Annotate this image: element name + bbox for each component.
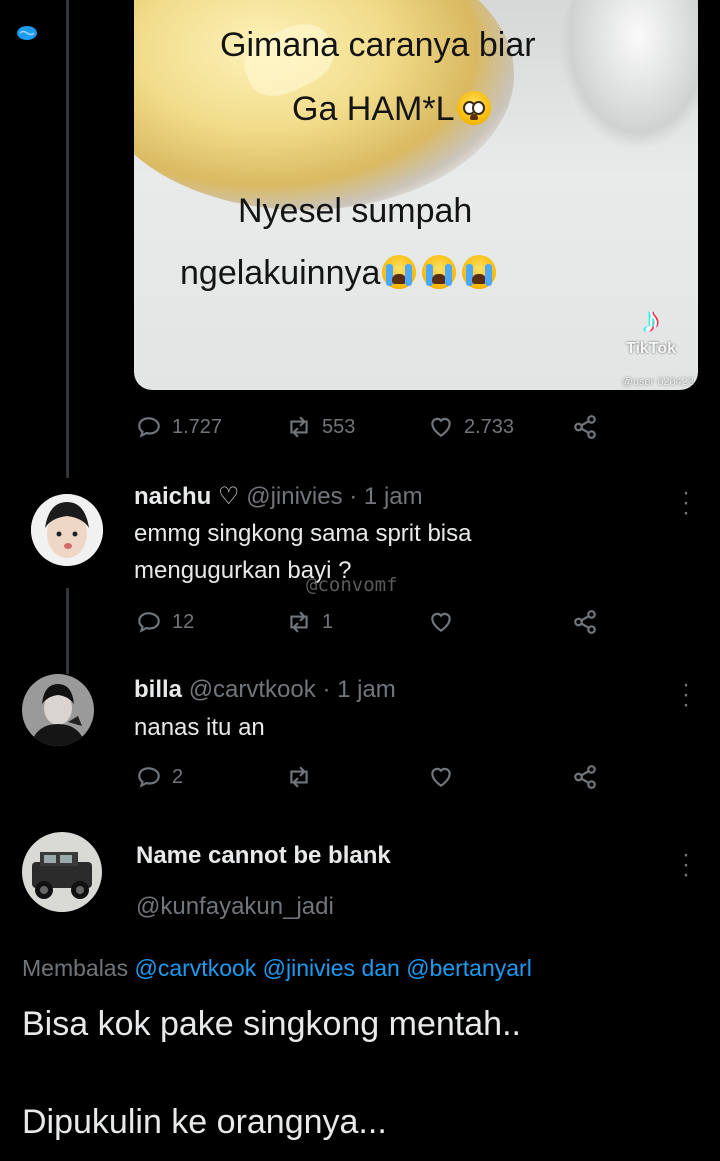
reply-time: · 1 jam <box>322 676 396 703</box>
more-options-icon[interactable]: · · · <box>676 843 696 887</box>
share-button[interactable] <box>572 609 598 635</box>
retweet-button[interactable]: 553 <box>286 414 355 440</box>
retweet-count: 1 <box>322 610 334 633</box>
heart-icon <box>431 767 451 787</box>
tweet-text-line: Bisa kok pake singkong mentah.. <box>22 1005 521 1043</box>
reply-author-handle[interactable]: @carvtkook <box>189 676 316 703</box>
reply-count: 2 <box>172 765 184 788</box>
heart-badge-icon: ♡ <box>218 483 240 510</box>
mention-link[interactable]: @jinivies <box>263 955 355 981</box>
avatar-billa[interactable] <box>22 674 94 746</box>
replying-label: Membalas <box>22 955 129 981</box>
tiktok-watermark: ♪ TikTok @user 020423 <box>616 299 694 389</box>
reply-button[interactable]: 1.727 <box>136 414 222 440</box>
watermark-text: @convomf <box>306 574 398 596</box>
media-caption-2: Ga HAM*L <box>292 90 491 129</box>
reply-button[interactable]: 2 <box>136 764 183 790</box>
mention-link[interactable]: @carvtkook <box>135 955 257 981</box>
tiktok-logo-icon: ♪ <box>642 299 660 340</box>
like-button[interactable] <box>428 609 454 635</box>
tiktok-user: @user 020423 <box>621 376 694 388</box>
retweet-icon <box>290 611 308 633</box>
thread-line-mid <box>66 588 69 674</box>
reply-button[interactable]: 12 <box>136 609 194 635</box>
crying-face-icon <box>462 255 497 289</box>
share-button[interactable] <box>572 764 598 790</box>
like-button[interactable] <box>428 764 454 790</box>
retweet-button[interactable]: 1 <box>286 609 333 635</box>
tweet-media-video[interactable]: Gimana caranya biar Ga HAM*L Nyesel sump… <box>134 0 698 390</box>
crying-face-icon <box>382 255 417 289</box>
like-count: 2.733 <box>464 415 515 438</box>
replying-to: Membalas @carvtkook @jinivies dan @berta… <box>22 955 532 982</box>
tweet-text: Bisa kok pake singkong mentah.. Dipukuli… <box>22 1000 521 1147</box>
like-button[interactable]: 2.733 <box>428 414 514 440</box>
tweet-text-line: Dipukulin ke orangnya... <box>22 1103 387 1141</box>
app-badge-icon <box>17 26 37 40</box>
reply-text: emmg singkong sama sprit bisa mengugurka… <box>134 515 471 589</box>
avatar-photo-icon <box>22 674 94 746</box>
reply-text: nanas itu an <box>134 709 265 746</box>
mention-link[interactable]: @bertanyarl <box>406 955 532 981</box>
heart-icon <box>431 417 451 437</box>
reply-text-line: mengugurkan bayi ? <box>134 557 352 584</box>
reply-count: 1.727 <box>172 415 223 438</box>
reply-author-name[interactable]: billa <box>134 676 182 703</box>
reply-text-line: nanas itu an <box>134 714 265 741</box>
thread-line-top <box>66 0 69 478</box>
reply-text-line: emmg singkong sama sprit bisa <box>134 520 472 547</box>
pleading-face-icon <box>456 91 491 125</box>
share-button[interactable] <box>572 414 598 440</box>
reply-icon <box>138 612 160 633</box>
avatar-face-icon <box>31 494 103 566</box>
tweet-author-name[interactable]: Name cannot be blank <box>136 842 391 870</box>
reply-author-handle[interactable]: @jinivies <box>246 483 342 510</box>
jeep-avatar-icon <box>22 832 102 912</box>
retweet-count: 553 <box>322 415 356 438</box>
tweet-author-handle[interactable]: @kunfayakun_jadi <box>136 893 334 921</box>
media-caption-1: Gimana caranya biar <box>220 26 536 64</box>
media-caption-4: ngelakuinnya <box>180 254 497 293</box>
reply-header: billa @carvtkook · 1 jam <box>134 676 396 704</box>
reply-header: naichu ♡ @jinivies · 1 jam <box>134 482 423 511</box>
mention-conjunction: dan <box>361 955 400 981</box>
share-icon <box>574 610 596 634</box>
retweet-icon <box>290 766 308 788</box>
crying-face-icon <box>422 255 457 289</box>
avatar-main-author[interactable] <box>22 832 102 912</box>
reply-icon <box>138 417 160 438</box>
glass-image <box>558 0 698 150</box>
retweet-icon <box>290 416 308 438</box>
share-icon <box>574 415 596 439</box>
more-options-icon[interactable]: · · · <box>676 481 696 525</box>
tiktok-brand: TikTok <box>625 340 677 357</box>
avatar-naichu[interactable] <box>31 494 103 566</box>
heart-icon <box>431 612 451 632</box>
more-options-icon[interactable]: · · · <box>676 673 696 717</box>
reply-icon <box>138 767 160 788</box>
share-icon <box>574 765 596 789</box>
retweet-button[interactable] <box>286 764 312 790</box>
reply-count: 12 <box>172 610 195 633</box>
reply-author-name[interactable]: naichu <box>134 483 211 510</box>
media-caption-3: Nyesel sumpah <box>238 192 473 230</box>
reply-time: · 1 jam <box>349 483 423 510</box>
